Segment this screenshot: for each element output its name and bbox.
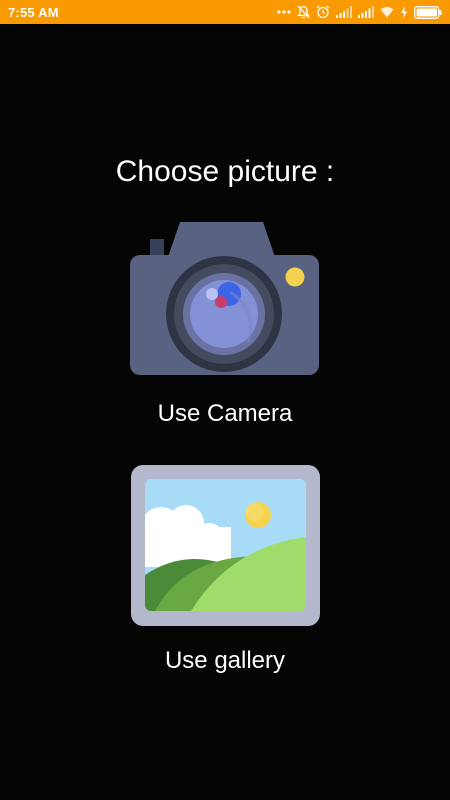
use-gallery-option[interactable]: Use gallery bbox=[0, 465, 450, 675]
signal-icon bbox=[358, 6, 374, 18]
wifi-icon bbox=[380, 6, 394, 18]
alarm-icon bbox=[316, 5, 330, 19]
use-gallery-label[interactable]: Use gallery bbox=[165, 647, 285, 675]
status-time: 7:55 AM bbox=[8, 4, 59, 20]
more-dots-icon bbox=[277, 9, 291, 15]
battery-icon bbox=[414, 5, 442, 19]
notifications-off-icon bbox=[297, 5, 310, 19]
page-title: Choose picture : bbox=[115, 155, 335, 188]
status-icons bbox=[277, 5, 442, 19]
use-camera-option[interactable]: Use Camera bbox=[0, 222, 450, 428]
gallery-icon[interactable] bbox=[130, 465, 320, 632]
use-camera-label[interactable]: Use Camera bbox=[158, 400, 293, 428]
camera-icon[interactable] bbox=[130, 222, 320, 382]
signal-icon bbox=[336, 6, 352, 18]
status-bar: 7:55 AM bbox=[0, 0, 450, 24]
charging-icon bbox=[400, 5, 408, 19]
